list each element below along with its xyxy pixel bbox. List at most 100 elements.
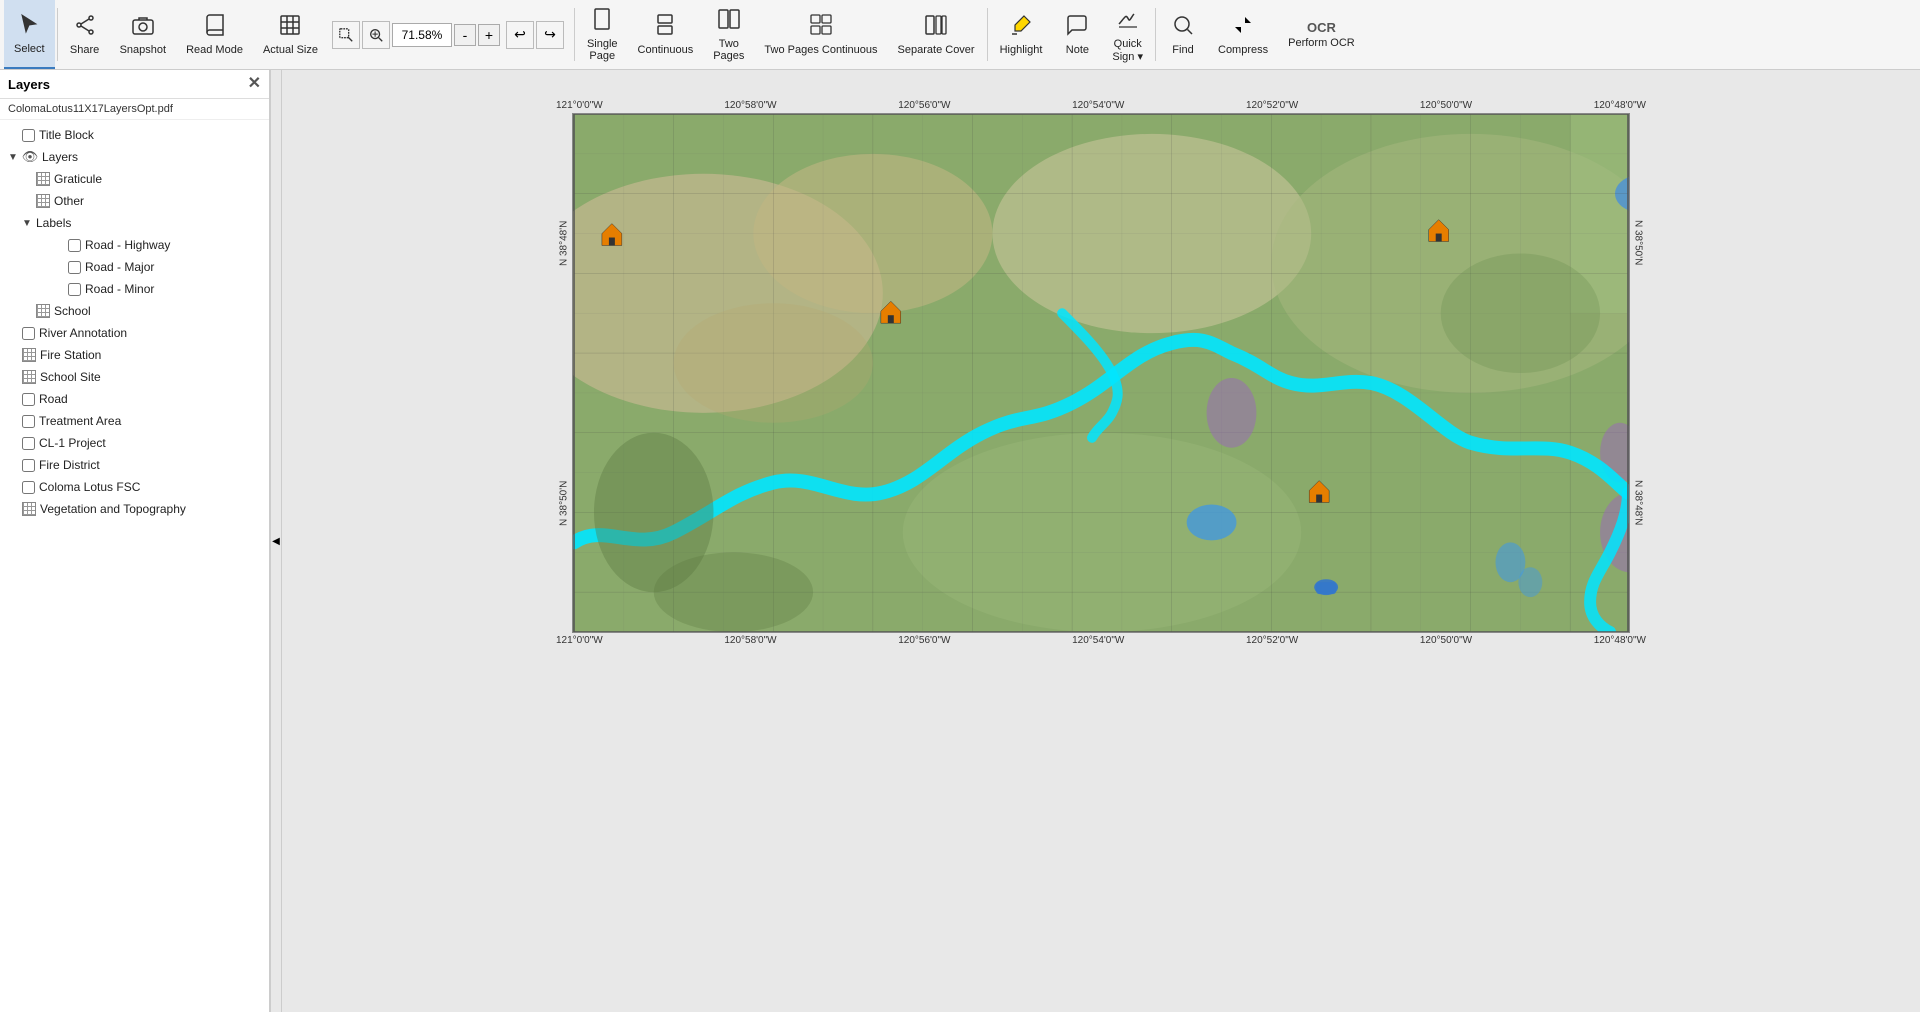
actual-size-tool[interactable]: Actual Size (253, 0, 328, 69)
fire-station-arrow (6, 348, 20, 362)
single-page-tool[interactable]: SinglePage (577, 0, 628, 69)
undo-btn[interactable]: ↩ (506, 21, 534, 49)
find-icon (1171, 13, 1195, 41)
snapshot-tool[interactable]: Snapshot (110, 0, 176, 69)
cl1-label: CL-1 Project (39, 436, 263, 450)
layer-layers-group[interactable]: ▼ 👁 Layers (0, 146, 269, 168)
road-minor-checkbox[interactable] (68, 283, 81, 296)
cursor-icon (17, 12, 41, 40)
highlight-tool[interactable]: Highlight (990, 0, 1053, 69)
layer-fire-district[interactable]: Fire District (0, 454, 269, 476)
continuous-label: Continuous (638, 44, 694, 56)
single-page-label: SinglePage (587, 38, 618, 62)
layers-header: Layers ✕ (0, 70, 269, 99)
perform-ocr-tool[interactable]: OCR Perform OCR (1278, 0, 1365, 69)
road-highway-checkbox[interactable] (68, 239, 81, 252)
note-tool[interactable]: Note (1052, 0, 1102, 69)
treatment-area-label: Treatment Area (39, 414, 263, 428)
layer-river-annotation[interactable]: River Annotation (0, 322, 269, 344)
map-image[interactable] (572, 113, 1630, 633)
two-pages-continuous-tool[interactable]: Two Pages Continuous (754, 0, 887, 69)
layer-fire-station[interactable]: Fire Station (0, 344, 269, 366)
two-pages-tool[interactable]: TwoPages (703, 0, 754, 69)
layer-road-highway[interactable]: Road - Highway (0, 234, 269, 256)
bottom-coord-6: 120°48'0"W (1594, 635, 1646, 646)
map-area[interactable]: 121°0'0"W 120°58'0"W 120°56'0"W 120°54'0… (282, 70, 1920, 1012)
layer-coloma-lotus-fsc[interactable]: Coloma Lotus FSC (0, 476, 269, 498)
perform-ocr-label: Perform OCR (1288, 37, 1355, 49)
coloma-lotus-checkbox[interactable] (22, 481, 35, 494)
zoom-plus-btn[interactable]: + (478, 24, 500, 46)
sep2 (574, 8, 575, 61)
layer-road-minor[interactable]: Road - Minor (0, 278, 269, 300)
layer-labels-group[interactable]: ▼ Labels (0, 212, 269, 234)
layer-school[interactable]: School (0, 300, 269, 322)
left-coord-0: N 38°50'N (559, 480, 570, 525)
school-site-grid-icon (22, 370, 36, 384)
road-major-arrow (52, 260, 66, 274)
top-coord-6: 120°48'0"W (1594, 100, 1646, 111)
road-label: Road (39, 392, 263, 406)
layer-road[interactable]: Road (0, 388, 269, 410)
select-tool[interactable]: Select (4, 0, 55, 69)
layer-road-major[interactable]: Road - Major (0, 256, 269, 278)
compress-tool[interactable]: Compress (1208, 0, 1278, 69)
layer-school-site[interactable]: School Site (0, 366, 269, 388)
panel-collapse-handle[interactable]: ◀ (270, 70, 282, 1012)
veg-arrow (6, 502, 20, 516)
separate-cover-tool[interactable]: Separate Cover (888, 0, 985, 69)
undo-redo-group: ↩ ↪ (502, 21, 568, 49)
cl1-checkbox[interactable] (22, 437, 35, 450)
main-area: Layers ✕ ColomaLotus11X17LayersOpt.pdf T… (0, 70, 1920, 1012)
layer-treatment-area[interactable]: Treatment Area (0, 410, 269, 432)
note-label: Note (1066, 44, 1089, 56)
labels-group-label: Labels (36, 216, 263, 230)
bottom-coord-5: 120°50'0"W (1420, 635, 1472, 646)
continuous-tool[interactable]: Continuous (628, 0, 704, 69)
layer-title-block[interactable]: Title Block (0, 124, 269, 146)
marquee-zoom-btn[interactable] (332, 21, 360, 49)
compress-icon (1231, 13, 1255, 41)
road-arrow (6, 392, 20, 406)
labels-arrow: ▼ (20, 216, 34, 230)
actual-size-icon (278, 13, 302, 41)
layer-cl1-project[interactable]: CL-1 Project (0, 432, 269, 454)
no-arrow (6, 128, 20, 142)
sep4 (1155, 8, 1156, 61)
title-block-label: Title Block (39, 128, 263, 142)
treatment-area-checkbox[interactable] (22, 415, 35, 428)
sep3 (987, 8, 988, 61)
coloma-lotus-arrow (6, 480, 20, 494)
two-pages-icon (717, 7, 741, 35)
select-label: Select (14, 43, 45, 55)
zoom-minus-btn[interactable]: - (454, 24, 476, 46)
other-grid-icon (36, 194, 50, 208)
quick-sign-tool[interactable]: QuickSign ▾ (1102, 0, 1153, 69)
dynamic-zoom-btn[interactable] (362, 21, 390, 49)
read-mode-tool[interactable]: Read Mode (176, 0, 253, 69)
layers-close-btn[interactable]: ✕ (248, 76, 261, 92)
note-icon (1065, 13, 1089, 41)
river-annotation-checkbox[interactable] (22, 327, 35, 340)
road-checkbox[interactable] (22, 393, 35, 406)
fire-district-checkbox[interactable] (22, 459, 35, 472)
right-coord-1: N 38°48'N (1633, 480, 1644, 525)
other-label: Other (54, 194, 263, 208)
book-icon (203, 13, 227, 41)
two-pages-continuous-label: Two Pages Continuous (764, 44, 877, 56)
layers-arrow: ▼ (6, 150, 20, 164)
layer-other[interactable]: Other (0, 190, 269, 212)
share-tool[interactable]: Share (60, 0, 110, 69)
snapshot-label: Snapshot (120, 44, 166, 56)
title-block-checkbox[interactable] (22, 129, 35, 142)
school-site-arrow (6, 370, 20, 384)
road-highway-label: Road - Highway (85, 238, 263, 252)
layer-graticule[interactable]: Graticule (0, 168, 269, 190)
road-major-checkbox[interactable] (68, 261, 81, 274)
redo-btn[interactable]: ↪ (536, 21, 564, 49)
zoom-input[interactable]: 71.58% (392, 23, 452, 47)
layer-vegetation-topography[interactable]: Vegetation and Topography (0, 498, 269, 520)
find-tool[interactable]: Find (1158, 0, 1208, 69)
actual-size-label: Actual Size (263, 44, 318, 56)
school-site-label: School Site (40, 370, 263, 384)
